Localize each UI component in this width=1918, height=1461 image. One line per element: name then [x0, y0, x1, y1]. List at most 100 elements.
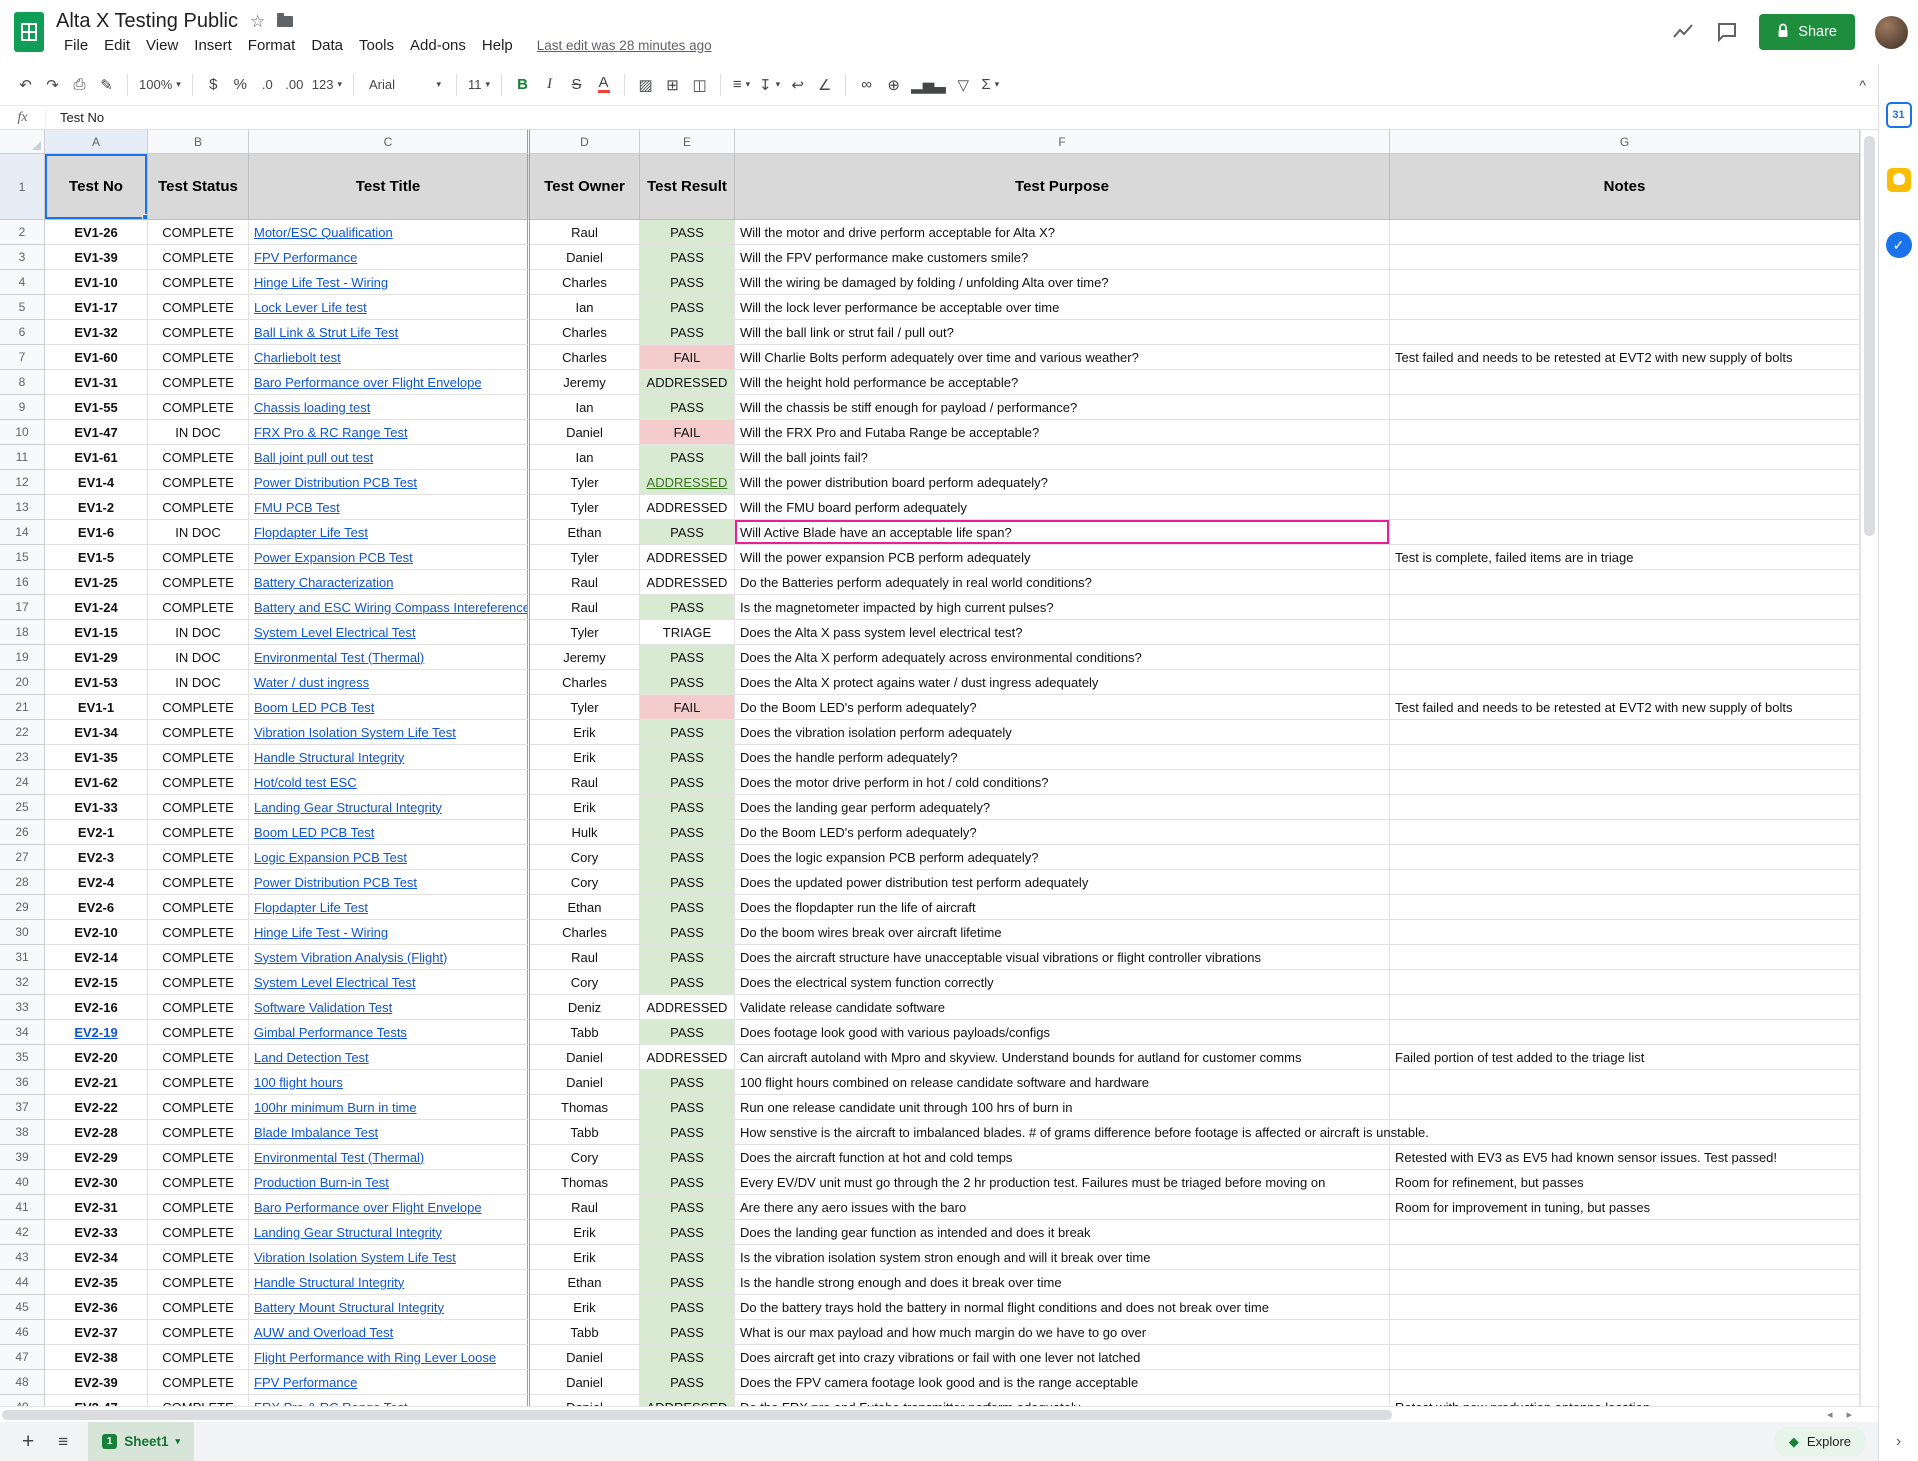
cell-D24[interactable]: Raul: [530, 770, 640, 795]
cell-B10[interactable]: IN DOC: [148, 420, 249, 445]
row-header-37[interactable]: 37: [0, 1095, 45, 1120]
row-header-46[interactable]: 46: [0, 1320, 45, 1345]
cell-A9[interactable]: EV1-55: [45, 395, 148, 420]
cell-B46[interactable]: COMPLETE: [148, 1320, 249, 1345]
side-panel-collapse-icon[interactable]: ›: [1879, 1433, 1918, 1451]
cell-D35[interactable]: Daniel: [530, 1045, 640, 1070]
cell-D13[interactable]: Tyler: [530, 495, 640, 520]
row-header-38[interactable]: 38: [0, 1120, 45, 1145]
row-header-4[interactable]: 4: [0, 270, 45, 295]
cell-D26[interactable]: Hulk: [530, 820, 640, 845]
fill-handle[interactable]: [142, 214, 148, 220]
cell-D43[interactable]: Erik: [530, 1245, 640, 1270]
cell-G38[interactable]: [1390, 1120, 1860, 1145]
cell-G21[interactable]: Test failed and needs to be retested at …: [1390, 695, 1860, 720]
cell-C43[interactable]: Vibration Isolation System Life Test: [249, 1245, 530, 1270]
cell-A35[interactable]: EV2-20: [45, 1045, 148, 1070]
horizontal-align-button[interactable]: ≡▾: [728, 71, 755, 98]
row-header-36[interactable]: 36: [0, 1070, 45, 1095]
cell-A31[interactable]: EV2-14: [45, 945, 148, 970]
cell-F10[interactable]: Will the FRX Pro and Futaba Range be acc…: [735, 420, 1390, 445]
cell-G30[interactable]: [1390, 920, 1860, 945]
cell-C4[interactable]: Hinge Life Test - Wiring: [249, 270, 530, 295]
text-color-button[interactable]: A: [590, 71, 617, 98]
cell-A27[interactable]: EV2-3: [45, 845, 148, 870]
cell-B34[interactable]: COMPLETE: [148, 1020, 249, 1045]
cell-E28[interactable]: PASS: [640, 870, 735, 895]
zoom-select[interactable]: 100%▾: [135, 71, 185, 98]
cell-G48[interactable]: [1390, 1370, 1860, 1395]
insert-link-button[interactable]: ∞: [853, 71, 880, 98]
cell-D36[interactable]: Daniel: [530, 1070, 640, 1095]
formula-input[interactable]: Test No: [46, 110, 104, 125]
cell-E38[interactable]: PASS: [640, 1120, 735, 1145]
cell-F43[interactable]: Is the vibration isolation system stron …: [735, 1245, 1390, 1270]
cell-B7[interactable]: COMPLETE: [148, 345, 249, 370]
cell-E48[interactable]: PASS: [640, 1370, 735, 1395]
row-header-3[interactable]: 3: [0, 245, 45, 270]
cell-E24[interactable]: PASS: [640, 770, 735, 795]
merge-cells-button[interactable]: ◫: [686, 71, 713, 98]
cell-E33[interactable]: ADDRESSED: [640, 995, 735, 1020]
cell-C14[interactable]: Flopdapter Life Test: [249, 520, 530, 545]
italic-button[interactable]: I: [536, 71, 563, 98]
cell-A30[interactable]: EV2-10: [45, 920, 148, 945]
cell-F6[interactable]: Will the ball link or strut fail / pull …: [735, 320, 1390, 345]
cell-F49[interactable]: Do the FRX pro and Futaba transmitter pe…: [735, 1395, 1390, 1406]
cell-C20[interactable]: Water / dust ingress: [249, 670, 530, 695]
row-header-39[interactable]: 39: [0, 1145, 45, 1170]
cell-F47[interactable]: Does aircraft get into crazy vibrations …: [735, 1345, 1390, 1370]
cell-D21[interactable]: Tyler: [530, 695, 640, 720]
cell-B5[interactable]: COMPLETE: [148, 295, 249, 320]
cell-G1[interactable]: Notes: [1390, 154, 1860, 220]
cell-A44[interactable]: EV2-35: [45, 1270, 148, 1295]
cell-C40[interactable]: Production Burn-in Test: [249, 1170, 530, 1195]
collapse-toolbar-icon[interactable]: ^: [1859, 77, 1866, 93]
cell-A14[interactable]: EV1-6: [45, 520, 148, 545]
cell-G32[interactable]: [1390, 970, 1860, 995]
cell-A29[interactable]: EV2-6: [45, 895, 148, 920]
cell-G19[interactable]: [1390, 645, 1860, 670]
cell-B38[interactable]: COMPLETE: [148, 1120, 249, 1145]
cell-C38[interactable]: Blade Imbalance Test: [249, 1120, 530, 1145]
cell-E7[interactable]: FAIL: [640, 345, 735, 370]
cell-G44[interactable]: [1390, 1270, 1860, 1295]
cell-C45[interactable]: Battery Mount Structural Integrity: [249, 1295, 530, 1320]
cell-B27[interactable]: COMPLETE: [148, 845, 249, 870]
cell-C3[interactable]: FPV Performance: [249, 245, 530, 270]
cell-E2[interactable]: PASS: [640, 220, 735, 245]
cell-A40[interactable]: EV2-30: [45, 1170, 148, 1195]
cell-F31[interactable]: Does the aircraft structure have unaccep…: [735, 945, 1390, 970]
cell-C31[interactable]: System Vibration Analysis (Flight): [249, 945, 530, 970]
tasks-icon[interactable]: ✓: [1886, 232, 1912, 258]
select-all-corner[interactable]: [0, 130, 45, 154]
cell-F11[interactable]: Will the ball joints fail?: [735, 445, 1390, 470]
cell-E11[interactable]: PASS: [640, 445, 735, 470]
cell-B47[interactable]: COMPLETE: [148, 1345, 249, 1370]
cell-B48[interactable]: COMPLETE: [148, 1370, 249, 1395]
cell-G29[interactable]: [1390, 895, 1860, 920]
fill-color-button[interactable]: ▨: [632, 71, 659, 98]
cell-G16[interactable]: [1390, 570, 1860, 595]
cell-A34[interactable]: EV2-19: [45, 1020, 148, 1045]
cell-B42[interactable]: COMPLETE: [148, 1220, 249, 1245]
row-header-6[interactable]: 6: [0, 320, 45, 345]
row-header-45[interactable]: 45: [0, 1295, 45, 1320]
cell-C15[interactable]: Power Expansion PCB Test: [249, 545, 530, 570]
cell-A5[interactable]: EV1-17: [45, 295, 148, 320]
cell-A49[interactable]: EV2-47: [45, 1395, 148, 1406]
cell-B8[interactable]: COMPLETE: [148, 370, 249, 395]
cell-B1[interactable]: Test Status: [148, 154, 249, 220]
cell-C34[interactable]: Gimbal Performance Tests: [249, 1020, 530, 1045]
cell-D18[interactable]: Tyler: [530, 620, 640, 645]
cell-G18[interactable]: [1390, 620, 1860, 645]
column-header-A[interactable]: A: [45, 130, 148, 154]
share-button[interactable]: Share: [1759, 14, 1855, 50]
cell-D31[interactable]: Raul: [530, 945, 640, 970]
cell-D12[interactable]: Tyler: [530, 470, 640, 495]
cell-F22[interactable]: Does the vibration isolation perform ade…: [735, 720, 1390, 745]
row-header-7[interactable]: 7: [0, 345, 45, 370]
cell-D38[interactable]: Tabb: [530, 1120, 640, 1145]
cell-E6[interactable]: PASS: [640, 320, 735, 345]
cell-A37[interactable]: EV2-22: [45, 1095, 148, 1120]
